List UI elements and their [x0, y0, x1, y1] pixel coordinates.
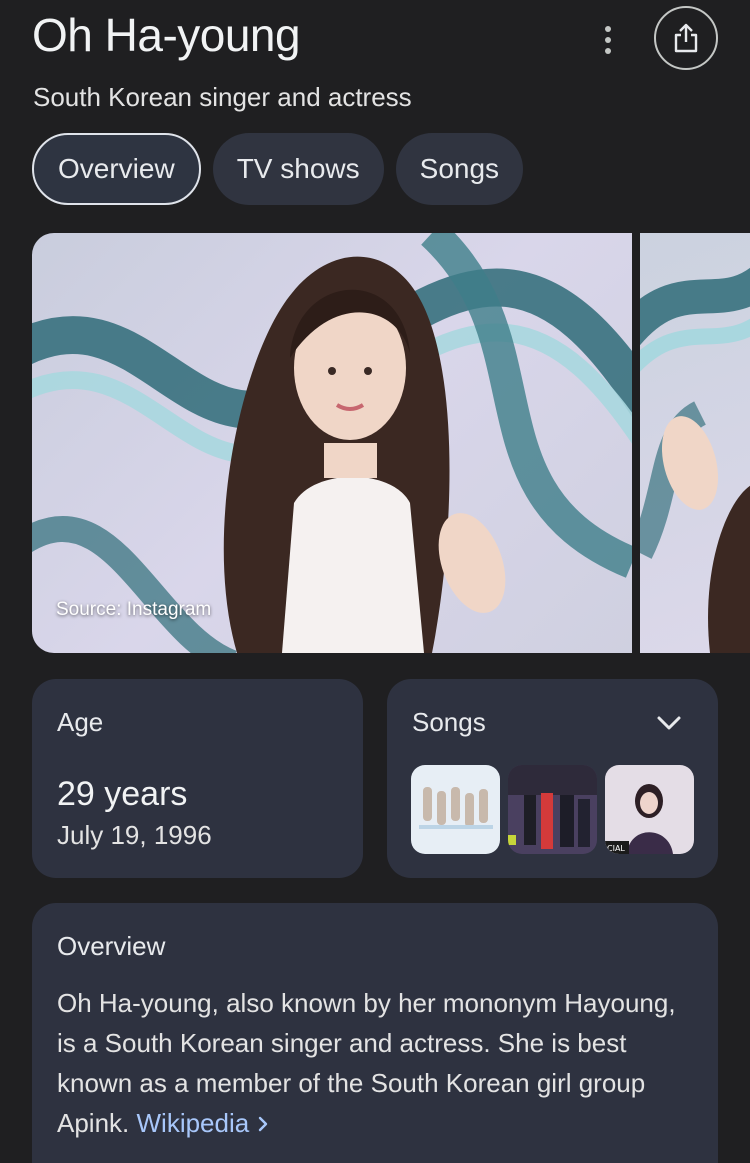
birth-date: July 19, 1996 [57, 820, 212, 850]
image-source-label: Source: Instagram [56, 599, 212, 620]
wikipedia-link[interactable]: Wikipedia [137, 1108, 271, 1138]
wikipedia-link-label: Wikipedia [136, 1108, 250, 1138]
age-value: 29 years [57, 775, 188, 813]
page-subtitle: South Korean singer and actress [33, 82, 412, 112]
chevron-down-icon[interactable] [653, 709, 685, 737]
songs-card-label: Songs [412, 707, 486, 737]
song-thumbnail[interactable] [411, 765, 500, 854]
second-photo[interactable] [640, 233, 750, 653]
song-thumbnail[interactable] [508, 765, 597, 854]
photo-illustration [32, 233, 632, 653]
tab-overview[interactable]: Overview [32, 133, 201, 205]
thumbnail-caption: CIAL [607, 844, 625, 853]
share-button[interactable] [654, 6, 718, 70]
song-thumbnails: CIAL [411, 765, 694, 854]
chevron-right-icon [259, 1116, 268, 1132]
more-vert-icon [605, 26, 611, 32]
image-carousel[interactable]: Source: Instagram [32, 233, 750, 653]
tab-songs[interactable]: Songs [395, 133, 524, 205]
tab-tv-shows[interactable]: TV shows [212, 133, 384, 205]
more-options-button[interactable] [588, 20, 628, 60]
overview-card-label: Overview [57, 931, 166, 961]
age-card-label: Age [57, 707, 104, 737]
tab-bar: Overview TV shows Songs [32, 133, 524, 205]
share-icon [674, 23, 698, 53]
page-title: Oh Ha-young [32, 9, 301, 61]
songs-card[interactable]: Songs CIAL [387, 679, 718, 878]
song-thumbnail[interactable]: CIAL [605, 765, 694, 854]
overview-description: Oh Ha-young, also known by her mononym H… [57, 983, 697, 1143]
main-photo[interactable]: Source: Instagram [32, 233, 632, 653]
overview-card: Overview Oh Ha-young, also known by her … [32, 903, 718, 1163]
age-card[interactable]: Age 29 years July 19, 1996 [32, 679, 363, 878]
